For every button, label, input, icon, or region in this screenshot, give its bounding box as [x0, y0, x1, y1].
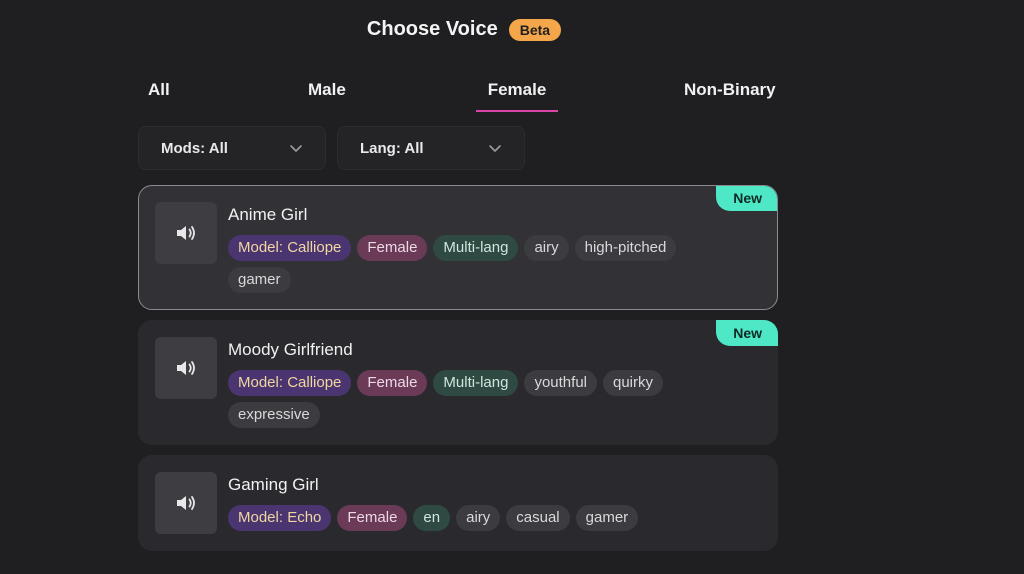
trait-tag: quirky	[603, 370, 664, 396]
new-badge: New	[716, 186, 777, 211]
new-badge: New	[716, 320, 778, 346]
page-title: Choose Voice	[366, 18, 498, 40]
gender-tag: Female	[357, 370, 428, 396]
model-tag: Model: Calliope	[228, 370, 352, 396]
voice-card-body: Gaming Girl Model: Echo Female en airy casual…	[228, 472, 762, 534]
play-preview-button[interactable]	[155, 202, 217, 264]
trait-tag: youthful	[524, 370, 597, 396]
speaker-icon	[174, 221, 198, 245]
trait-tag: airy	[456, 505, 501, 531]
model-tag: Model: Calliope	[228, 235, 352, 261]
gender-tabs: All Male Female Non-Binary	[138, 80, 778, 112]
lang-filter-dropdown[interactable]: Lang: All	[337, 126, 525, 170]
voice-card-body: Anime Girl Model: Calliope Female Multi-lan…	[228, 202, 762, 293]
tab-female[interactable]: Female	[476, 80, 558, 112]
voice-name: Anime Girl	[228, 205, 308, 224]
tab-non-binary[interactable]: Non-Binary	[684, 80, 776, 110]
voice-card[interactable]: Anime Girl Model: Calliope Female Multi-lan…	[138, 185, 778, 310]
speaker-icon	[174, 356, 198, 380]
model-tag: Model: Echo	[228, 505, 332, 531]
voice-picker-page: Choose Voice Beta All Male Female Non-Bi…	[0, 0, 1024, 574]
trait-tag: airy	[524, 235, 569, 261]
voice-tags: Model: Echo Female en airy casual gamer	[228, 505, 708, 531]
tab-male-label: Male	[308, 80, 346, 99]
language-tag: Multi-lang	[433, 370, 519, 396]
tab-non-binary-label: Non-Binary	[684, 80, 776, 99]
voice-name: Gaming Girl	[228, 475, 319, 494]
trait-tag: gamer	[575, 505, 639, 531]
gender-tag: Female	[337, 505, 408, 531]
voice-card-body: Moody Girlfriend Model: Calliope Female Mul…	[228, 337, 762, 428]
voice-tags: Model: Calliope Female Multi-lang airy high-…	[228, 235, 708, 293]
mods-filter-label: Mods: All	[161, 139, 228, 157]
trait-tag: expressive	[228, 402, 320, 428]
tab-male[interactable]: Male	[308, 80, 346, 110]
tab-all-label: All	[148, 80, 170, 99]
header: Choose Voice Beta	[0, 18, 928, 41]
lang-filter-label: Lang: All	[360, 139, 424, 157]
voice-card[interactable]: Moody Girlfriend Model: Calliope Female Mul…	[138, 320, 778, 445]
trait-tag: gamer	[228, 267, 291, 293]
chevron-down-icon	[290, 145, 302, 152]
tab-all[interactable]: All	[148, 80, 170, 110]
gender-tag: Female	[357, 235, 428, 261]
trait-tag: casual	[506, 505, 570, 531]
voice-name: Moody Girlfriend	[228, 340, 353, 359]
voice-list: Anime Girl Model: Calliope Female Multi-lan…	[138, 185, 778, 561]
voice-card[interactable]: Gaming Girl Model: Echo Female en airy casual…	[138, 455, 778, 551]
chevron-down-icon	[489, 145, 501, 152]
filters: Mods: All Lang: All	[138, 126, 525, 170]
voice-tags: Model: Calliope Female Multi-lang youthful q…	[228, 370, 708, 428]
play-preview-button[interactable]	[155, 472, 217, 534]
tab-female-label: Female	[487, 80, 547, 99]
mods-filter-dropdown[interactable]: Mods: All	[138, 126, 326, 170]
language-tag: Multi-lang	[433, 235, 519, 261]
trait-tag: high-pitched	[574, 235, 677, 261]
speaker-icon	[174, 491, 198, 515]
play-preview-button[interactable]	[155, 337, 217, 399]
beta-badge: Beta	[508, 18, 562, 41]
language-tag: en	[413, 505, 451, 531]
